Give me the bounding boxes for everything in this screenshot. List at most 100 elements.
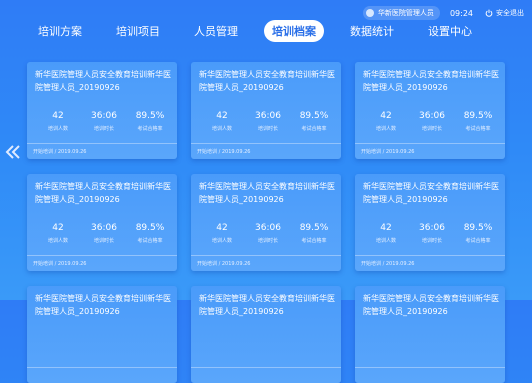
stat-hours — [81, 335, 127, 338]
count-label: 培训人数 — [211, 238, 232, 244]
tab-training-archive[interactable]: 培训档案 — [264, 20, 324, 42]
card-title: 新华医院管理人员安全教育培训新华医院管理人员_20190926 — [363, 70, 499, 92]
count-label: 培训人数 — [211, 126, 232, 132]
card-title: 新华医院管理人员安全教育培训新华医院管理人员_20190926 — [363, 294, 499, 316]
rate-value: 89.5% — [299, 223, 329, 233]
hours-label: 培训时长 — [93, 126, 114, 132]
tab-statistics[interactable]: 数据统计 — [342, 20, 402, 42]
card-footer — [191, 367, 341, 383]
rate-label: 考试合格率 — [465, 238, 491, 244]
header-right: 华新医院管理人员 09:24 安全退出 — [362, 6, 524, 20]
hours-value: 36:06 — [419, 223, 445, 233]
main-nav: 培训方案 培训项目 人员管理 培训档案 数据统计 设置中心 — [30, 20, 498, 42]
tab-settings[interactable]: 设置中心 — [420, 20, 480, 42]
rate-value: 89.5% — [463, 111, 493, 121]
stat-count — [35, 335, 81, 338]
card-stats: 42 培训人数 36:06 培训时长 89.5% 考试合格率 — [199, 223, 339, 244]
hours-value: 36:06 — [255, 111, 281, 121]
card-stats: 42 培训人数 36:06 培训时长 89.5% 考试合格率 — [363, 111, 503, 132]
hours-label: 培训时长 — [257, 126, 278, 132]
card-title: 新华医院管理人员安全教育培训新华医院管理人员_20190926 — [199, 182, 335, 204]
archive-card[interactable]: 新华医院管理人员安全教育培训新华医院管理人员_20190926 — [355, 286, 505, 383]
stat-rate: 89.5% 考试合格率 — [127, 111, 173, 132]
count-label: 培训人数 — [47, 126, 68, 132]
avatar — [365, 9, 374, 17]
archive-card[interactable]: 新华医院管理人员安全教育培训新华医院管理人员_20190926 — [191, 286, 341, 383]
card-title: 新华医院管理人员安全教育培训新华医院管理人员_20190926 — [35, 294, 171, 316]
hours-label: 培训时长 — [421, 238, 442, 244]
stat-rate — [127, 335, 173, 338]
stat-rate: 89.5% 考试合格率 — [291, 111, 337, 132]
user-name: 华新医院管理人员 — [377, 9, 434, 17]
archive-card[interactable]: 新华医院管理人员安全教育培训新华医院管理人员_20190926 — [27, 286, 177, 383]
archive-card[interactable]: 新华医院管理人员安全教育培训新华医院管理人员_20190926 42 培训人数 … — [355, 174, 505, 271]
stat-hours: 36:06 培训时长 — [81, 223, 127, 244]
stat-rate — [455, 335, 501, 338]
count-value: 42 — [380, 223, 392, 233]
hours-value: 36:06 — [419, 111, 445, 121]
count-label: 培训人数 — [375, 126, 396, 132]
hours-value: 36:06 — [91, 111, 117, 121]
archive-card[interactable]: 新华医院管理人员安全教育培训新华医院管理人员_20190926 42 培训人数 … — [355, 62, 505, 159]
archive-card[interactable]: 新华医院管理人员安全教育培训新华医院管理人员_20190926 42 培训人数 … — [191, 62, 341, 159]
stat-hours: 36:06 培训时长 — [81, 111, 127, 132]
card-stats: 42 培训人数 36:06 培训时长 89.5% 考试合格率 — [363, 223, 503, 244]
card-footer-text: 开始培训 / 2019.09.26 — [33, 149, 87, 155]
hours-label: 培训时长 — [421, 126, 442, 132]
rate-label: 考试合格率 — [301, 238, 327, 244]
count-value: 42 — [52, 111, 64, 121]
card-footer — [355, 367, 505, 383]
card-stats: 42 培训人数 36:06 培训时长 89.5% 考试合格率 — [35, 111, 175, 132]
card-stats — [363, 335, 503, 338]
count-label: 培训人数 — [47, 238, 68, 244]
archive-card[interactable]: 新华医院管理人员安全教育培训新华医院管理人员_20190926 42 培训人数 … — [27, 174, 177, 271]
rate-value: 89.5% — [463, 223, 493, 233]
archive-card[interactable]: 新华医院管理人员安全教育培训新华医院管理人员_20190926 42 培训人数 … — [191, 174, 341, 271]
tab-personnel[interactable]: 人员管理 — [186, 20, 246, 42]
rate-label: 考试合格率 — [465, 126, 491, 132]
stat-rate: 89.5% 考试合格率 — [291, 223, 337, 244]
card-footer: 开始培训 / 2019.09.26 — [27, 143, 177, 159]
hours-label: 培训时长 — [93, 238, 114, 244]
card-title: 新华医院管理人员安全教育培训新华医院管理人员_20190926 — [199, 70, 335, 92]
archive-card[interactable]: 新华医院管理人员安全教育培训新华医院管理人员_20190926 42 培训人数 … — [27, 62, 177, 159]
stat-hours — [409, 335, 455, 338]
rate-label: 考试合格率 — [137, 126, 163, 132]
power-icon — [485, 9, 493, 17]
stat-count — [363, 335, 409, 338]
stat-rate: 89.5% 考试合格率 — [455, 223, 501, 244]
stat-hours: 36:06 培训时长 — [245, 111, 291, 132]
rate-label: 考试合格率 — [301, 126, 327, 132]
card-footer: 开始培训 / 2019.09.26 — [27, 255, 177, 271]
hours-label: 培训时长 — [257, 238, 278, 244]
card-stats: 42 培训人数 36:06 培训时长 89.5% 考试合格率 — [199, 111, 339, 132]
chevron-double-left-icon — [5, 145, 20, 159]
stat-count: 42 培训人数 — [363, 223, 409, 244]
count-value: 42 — [52, 223, 64, 233]
stat-hours — [245, 335, 291, 338]
stat-rate: 89.5% 考试合格率 — [455, 111, 501, 132]
rate-value: 89.5% — [135, 111, 165, 121]
card-title: 新华医院管理人员安全教育培训新华医院管理人员_20190926 — [363, 182, 499, 204]
tab-training-project[interactable]: 培训项目 — [108, 20, 168, 42]
card-footer: 开始培训 / 2019.09.26 — [191, 143, 341, 159]
card-stats: 42 培训人数 36:06 培训时长 89.5% 考试合格率 — [35, 223, 175, 244]
stat-count — [199, 335, 245, 338]
card-stats — [35, 335, 175, 338]
prev-page-button[interactable] — [3, 142, 23, 162]
logout-button[interactable]: 安全退出 — [485, 8, 524, 18]
card-footer: 开始培训 / 2019.09.26 — [191, 255, 341, 271]
rate-label: 考试合格率 — [137, 238, 163, 244]
stat-count: 42 培训人数 — [199, 111, 245, 132]
tab-training-plan[interactable]: 培训方案 — [30, 20, 90, 42]
stat-rate — [291, 335, 337, 338]
count-label: 培训人数 — [375, 238, 396, 244]
stat-hours: 36:06 培训时长 — [409, 223, 455, 244]
stat-rate: 89.5% 考试合格率 — [127, 223, 173, 244]
stat-count: 42 培训人数 — [35, 111, 81, 132]
card-footer-text: 开始培训 / 2019.09.26 — [361, 149, 415, 155]
hours-value: 36:06 — [91, 223, 117, 233]
rate-value: 89.5% — [299, 111, 329, 121]
card-title: 新华医院管理人员安全教育培训新华医院管理人员_20190926 — [199, 294, 335, 316]
user-pill[interactable]: 华新医院管理人员 — [362, 6, 440, 20]
